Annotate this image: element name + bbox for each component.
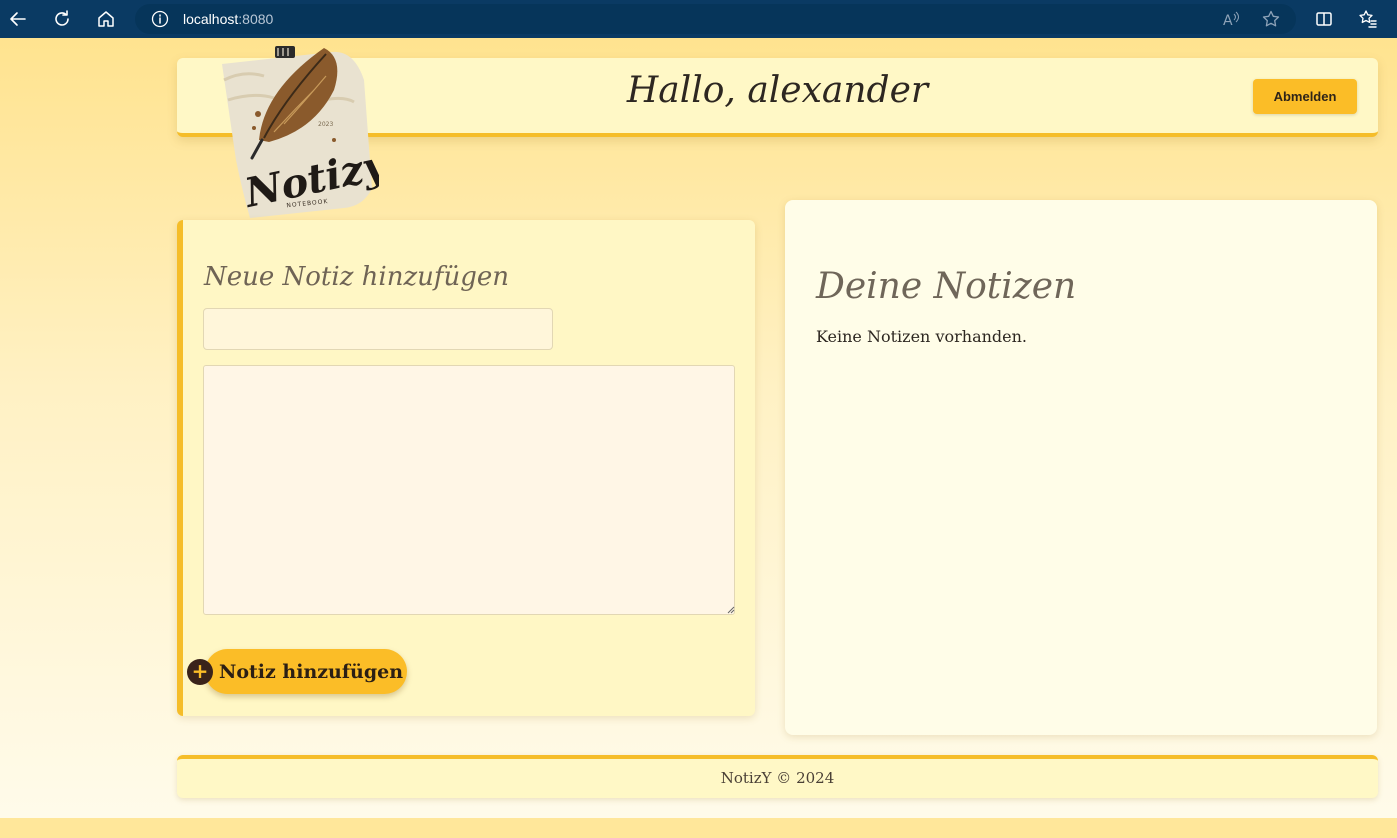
add-note-button[interactable]: Notiz hinzufügen — [205, 649, 407, 694]
url-text[interactable]: localhost:8080 — [183, 11, 273, 27]
resize-grip-icon[interactable] — [727, 606, 735, 614]
url-port: :8080 — [238, 11, 274, 27]
page-bottom-strip — [0, 818, 1397, 838]
note-title-input[interactable] — [203, 308, 553, 350]
address-bar[interactable]: localhost:8080 A — [135, 4, 1296, 34]
notizy-logo: 2023 Notizy NOTEBOOK — [222, 46, 379, 218]
notes-title: Deine Notizen — [816, 266, 1077, 307]
new-note-card: Neue Notiz hinzufügen Notiz hinzufügen + — [177, 220, 755, 716]
info-icon[interactable] — [151, 10, 169, 28]
browser-toolbar: localhost:8080 A — [0, 0, 1397, 38]
svg-text:2023: 2023 — [318, 121, 333, 128]
svg-text:A: A — [1223, 13, 1233, 28]
footer: NotizY © 2024 — [177, 755, 1378, 798]
refresh-icon[interactable] — [51, 8, 73, 30]
new-note-title: Neue Notiz hinzufügen — [204, 262, 510, 292]
favorites-list-icon[interactable] — [1357, 8, 1379, 30]
add-note-button-label: Notiz hinzufügen — [218, 660, 404, 683]
notes-card: Deine Notizen Keine Notizen vorhanden. — [785, 200, 1377, 735]
url-host: localhost — [183, 11, 239, 27]
back-arrow-icon[interactable] — [7, 8, 29, 30]
footer-text: NotizY © 2024 — [720, 769, 835, 787]
favorite-star-icon[interactable] — [1262, 10, 1280, 28]
empty-notes-message: Keine Notizen vorhanden. — [816, 327, 1028, 346]
split-screen-icon[interactable] — [1313, 8, 1335, 30]
note-content-textarea[interactable] — [203, 365, 735, 615]
plus-circle-icon[interactable]: + — [187, 659, 213, 685]
logout-button[interactable]: Abmelden — [1253, 79, 1357, 114]
read-aloud-icon[interactable]: A — [1222, 10, 1240, 28]
home-icon[interactable] — [95, 8, 117, 30]
